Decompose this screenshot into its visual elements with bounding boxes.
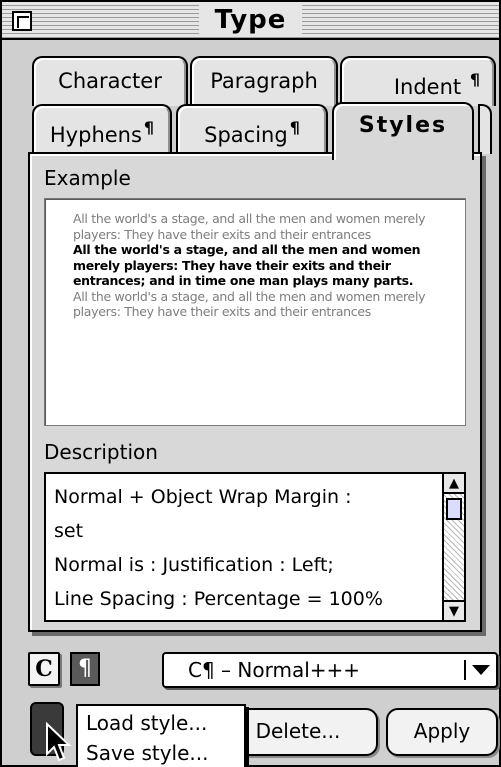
arrow-cursor-icon: [46, 722, 72, 762]
description-text: Normal + Object Wrap Margin : set Normal…: [54, 486, 383, 610]
example-preview: All the world's a stage, and all the men…: [44, 198, 466, 426]
tab-spacing[interactable]: Spacing ¶: [176, 104, 328, 154]
tab-spacing-label: Spacing: [204, 123, 288, 147]
pilcrow-icon: ¶: [289, 118, 300, 137]
title-bar[interactable]: Type: [2, 2, 499, 40]
paragraph-style-button[interactable]: ¶: [70, 652, 100, 686]
close-box[interactable]: [12, 11, 32, 31]
tab-character-label: Character: [58, 69, 162, 93]
chevron-down-icon: [472, 665, 490, 675]
window-title: Type: [198, 4, 303, 36]
tab-styles[interactable]: Styles: [332, 102, 474, 160]
pilcrow-icon: ¶: [469, 70, 480, 89]
tab-character[interactable]: Character: [32, 56, 188, 106]
example-following-paragraph: All the world's a stage, and all the men…: [73, 288, 426, 320]
dropdown-separator: [464, 660, 466, 680]
example-label: Example: [44, 166, 131, 190]
character-style-button[interactable]: C: [28, 652, 60, 686]
menu-item-save-style[interactable]: Save style...: [86, 738, 208, 767]
style-dropdown[interactable]: C¶ – Normal+++: [162, 652, 498, 688]
tab-styles-label: Styles: [358, 113, 448, 138]
tab-paragraph[interactable]: Paragraph: [190, 56, 338, 106]
apply-button[interactable]: Apply: [386, 708, 498, 756]
tab-hyphens-label: Hyphens: [49, 123, 142, 147]
styles-panel: Example All the world's a stage, and all…: [28, 152, 482, 632]
example-current-paragraph: All the world's a stage, and all the men…: [73, 242, 421, 288]
description-scrollbar[interactable]: ▲ ▼: [442, 474, 464, 620]
example-preceding-paragraph: All the world's a stage, and all the men…: [73, 211, 426, 242]
tab-hyphens[interactable]: Hyphens ¶: [32, 104, 172, 154]
pilcrow-icon: ¶: [143, 118, 155, 137]
style-dropdown-value: C¶ – Normal+++: [188, 658, 361, 682]
style-popup-menu: Load style... Save style...: [76, 704, 246, 767]
scroll-thumb[interactable]: [446, 498, 462, 520]
menu-item-load-style[interactable]: Load style...: [86, 708, 207, 738]
type-palette-window: Type Character Paragraph Indent ¶ Hyphen…: [0, 0, 501, 767]
scroll-down-arrow-icon[interactable]: ▼: [444, 600, 464, 620]
description-field[interactable]: Normal + Object Wrap Margin : set Normal…: [44, 472, 466, 622]
scroll-up-arrow-icon[interactable]: ▲: [444, 474, 464, 494]
tab-paragraph-label: Paragraph: [210, 69, 318, 93]
tab-overflow-edge: [478, 104, 492, 154]
tab-indent-label: Indent: [393, 75, 462, 99]
tab-indent[interactable]: Indent ¶: [340, 56, 496, 106]
description-label: Description: [44, 440, 158, 464]
